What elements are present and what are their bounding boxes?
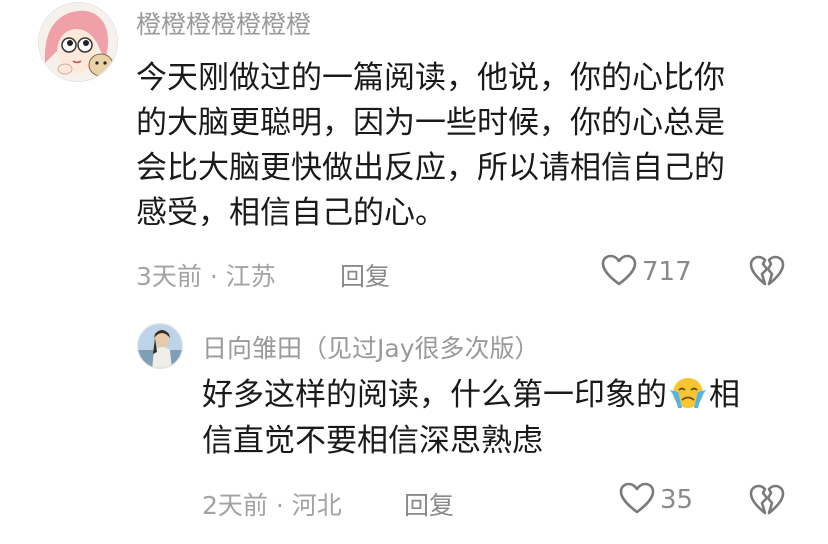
comment-meta: 3天前 · 江苏 — [136, 262, 276, 291]
comment-line: 的大脑更聪明，因为一些时候，你的心总是 — [136, 105, 725, 141]
comment-line: 好多这样的阅读，什么第一印象的 相 — [202, 372, 740, 418]
crying-face-emoji — [668, 376, 708, 410]
comment-line: 今天刚做过的一篇阅读，他说，你的心比你 — [136, 60, 725, 96]
comment-text-segment: 相 — [709, 377, 740, 413]
comment-meta: 2天前 · 河北 — [202, 491, 342, 520]
comment-line: 会比大脑更快做出反应，所以请相信自己的 — [136, 150, 725, 186]
like-count: 717 — [642, 257, 692, 287]
broken-heart-icon — [748, 255, 786, 292]
like-button[interactable]: 717 — [600, 253, 692, 291]
heart-outline-icon — [618, 481, 656, 519]
comment-text-segment: 好多这样的阅读，什么第一印象的 — [202, 377, 667, 413]
comment-line: 信直觉不要相信深思熟虑 — [202, 423, 543, 459]
reply-button[interactable]: 回复 — [404, 486, 454, 522]
heart-outline-icon — [600, 253, 638, 291]
username[interactable]: 日向雏田（见过Jay很多次版） — [202, 329, 540, 365]
like-count: 35 — [660, 485, 694, 515]
avatar[interactable] — [137, 323, 183, 369]
dislike-button[interactable] — [748, 254, 786, 292]
avatar[interactable] — [38, 2, 118, 82]
reply-button[interactable]: 回复 — [340, 257, 390, 293]
comment-body: 好多这样的阅读，什么第一印象的 相 信直觉不要相信深思熟虑 — [202, 372, 740, 464]
username[interactable]: 橙橙橙橙橙橙橙 — [136, 5, 311, 41]
broken-heart-icon — [748, 484, 786, 521]
comment-body: 今天刚做过的一篇阅读，他说，你的心比你 的大脑更聪明，因为一些时候，你的心总是 … — [136, 56, 725, 236]
like-button[interactable]: 35 — [618, 481, 693, 519]
comment-line: 感受，相信自己的心。 — [136, 195, 446, 231]
dislike-button[interactable] — [748, 483, 786, 521]
